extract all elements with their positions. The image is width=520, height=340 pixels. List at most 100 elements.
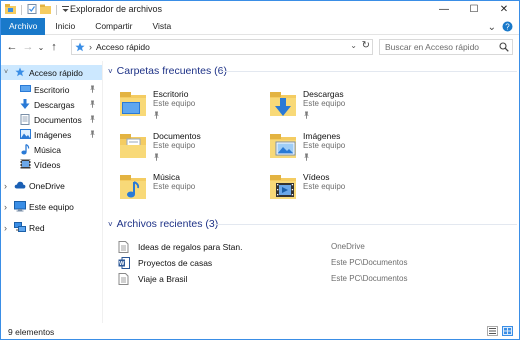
sidebar-item-videos[interactable]: Vídeos bbox=[1, 157, 102, 172]
status-bar: 9 elementos bbox=[1, 323, 519, 339]
refresh-icon[interactable]: ↻ bbox=[362, 40, 370, 51]
details-view-button[interactable] bbox=[487, 326, 498, 336]
expand-arrow-icon[interactable]: › bbox=[4, 181, 7, 191]
computer-icon bbox=[14, 201, 26, 212]
folder-tile-imagenes[interactable]: Imágenes Este equipo bbox=[258, 128, 398, 168]
quick-access-star-icon bbox=[75, 42, 85, 52]
pin-icon[interactable] bbox=[89, 100, 96, 110]
properties-icon[interactable] bbox=[27, 3, 37, 16]
content-area: ˅ Carpetas frecuentes (6) Escritorio Est… bbox=[105, 61, 517, 323]
sidebar-item-label: Documentos bbox=[34, 114, 82, 125]
up-button[interactable]: ↑ bbox=[46, 38, 62, 56]
folder-tile-documentos[interactable]: Documentos Este equipo bbox=[108, 128, 248, 168]
forward-button[interactable]: → bbox=[20, 38, 36, 56]
toolbar-divider bbox=[21, 4, 22, 15]
collapse-group-icon[interactable]: ˅ bbox=[108, 67, 113, 76]
pin-icon[interactable] bbox=[153, 111, 160, 121]
recent-locations-button[interactable]: ⌄ bbox=[36, 38, 46, 56]
folder-tile-descargas[interactable]: Descargas Este equipo bbox=[258, 86, 398, 126]
breadcrumb-path[interactable]: Acceso rápido bbox=[96, 42, 150, 52]
cloud-icon bbox=[14, 181, 26, 191]
search-icon[interactable] bbox=[499, 42, 509, 54]
recent-file-row[interactable]: W Proyectos de casas Este PC\Documentos bbox=[113, 255, 513, 270]
folder-tile-videos[interactable]: Vídeos Este equipo bbox=[258, 169, 398, 209]
customize-toolbar-icon[interactable] bbox=[62, 5, 69, 15]
documents-icon bbox=[20, 114, 30, 125]
tab-archivo[interactable]: Archivo bbox=[1, 17, 46, 35]
sidebar-item-documentos[interactable]: Documentos bbox=[1, 112, 102, 127]
address-row: ← → ⌄ ↑ › Acceso rápido ⌄ ↻ bbox=[1, 36, 519, 58]
back-button[interactable]: ← bbox=[4, 38, 20, 56]
tab-vista[interactable]: Vista bbox=[143, 18, 182, 35]
pin-icon[interactable] bbox=[89, 115, 96, 125]
music-folder-icon bbox=[118, 172, 148, 202]
item-count: 9 elementos bbox=[8, 327, 55, 337]
collapse-arrow-icon[interactable]: ˅ bbox=[4, 69, 8, 76]
file-name: Ideas de regalos para Stan. bbox=[138, 242, 243, 252]
pin-icon[interactable] bbox=[303, 111, 310, 121]
help-icon[interactable]: ? bbox=[502, 21, 513, 34]
navigation-pane: ˅ Acceso rápido Escritorio Descargas Doc… bbox=[1, 61, 102, 323]
sidebar-item-label: Acceso rápido bbox=[29, 67, 83, 78]
folder-name: Escritorio bbox=[153, 89, 189, 99]
folder-location: Este equipo bbox=[153, 141, 196, 150]
videos-icon bbox=[20, 159, 31, 169]
address-bar[interactable]: › Acceso rápido ⌄ ↻ bbox=[71, 39, 373, 55]
expand-ribbon-icon[interactable]: ⌄ bbox=[488, 22, 496, 33]
folder-name: Vídeos bbox=[303, 172, 330, 182]
maximize-button[interactable]: ☐ bbox=[459, 1, 489, 18]
tab-inicio[interactable]: Inicio bbox=[45, 18, 85, 35]
new-folder-icon[interactable] bbox=[40, 4, 51, 16]
title-bar: Explorador de archivos — ☐ ✕ bbox=[1, 1, 519, 18]
folder-name: Descargas bbox=[303, 89, 344, 99]
minimize-button[interactable]: — bbox=[429, 1, 459, 18]
pictures-icon bbox=[20, 129, 31, 139]
quick-access-toolbar bbox=[1, 1, 69, 18]
sidebar-item-imagenes[interactable]: Imágenes bbox=[1, 127, 102, 142]
sidebar-item-onedrive[interactable]: › OneDrive bbox=[1, 178, 102, 193]
close-button[interactable]: ✕ bbox=[489, 1, 519, 18]
pin-icon[interactable] bbox=[153, 153, 160, 163]
download-icon bbox=[20, 99, 30, 109]
sidebar-item-descargas[interactable]: Descargas bbox=[1, 97, 102, 112]
recent-file-row[interactable]: Viaje a Brasil Este PC\Documentos bbox=[113, 271, 513, 286]
pin-icon[interactable] bbox=[89, 85, 96, 95]
sidebar-item-este-equipo[interactable]: › Este equipo bbox=[1, 199, 102, 214]
pin-icon[interactable] bbox=[303, 153, 310, 163]
recent-files-header[interactable]: ˅ Archivos recientes (3) bbox=[108, 217, 218, 231]
text-file-icon bbox=[118, 273, 129, 285]
collapse-group-icon[interactable]: ˅ bbox=[108, 220, 113, 229]
sidebar-item-musica[interactable]: Música bbox=[1, 142, 102, 157]
address-dropdown-icon[interactable]: ⌄ bbox=[350, 41, 357, 50]
expand-arrow-icon[interactable]: › bbox=[4, 202, 7, 212]
folder-tile-escritorio[interactable]: Escritorio Este equipo bbox=[108, 86, 248, 126]
sidebar-item-red[interactable]: › Red bbox=[1, 220, 102, 235]
toolbar-divider bbox=[56, 4, 57, 15]
word-file-icon: W bbox=[118, 257, 130, 269]
pictures-folder-icon bbox=[268, 131, 298, 161]
svg-text:W: W bbox=[119, 261, 125, 267]
ribbon-tabs: Archivo Inicio Compartir Vista ⌄ ? bbox=[1, 17, 519, 35]
breadcrumb-separator: › bbox=[89, 42, 92, 52]
tab-compartir[interactable]: Compartir bbox=[85, 18, 142, 35]
pin-icon[interactable] bbox=[89, 130, 96, 140]
file-name: Proyectos de casas bbox=[138, 258, 213, 268]
tiles-view-button[interactable] bbox=[502, 326, 513, 336]
search-input[interactable] bbox=[380, 40, 498, 54]
window-controls: — ☐ ✕ bbox=[429, 1, 519, 18]
search-box[interactable] bbox=[379, 39, 513, 55]
recent-file-row[interactable]: Ideas de regalos para Stan. OneDrive bbox=[113, 239, 513, 254]
star-icon bbox=[15, 67, 25, 77]
pane-divider[interactable] bbox=[102, 61, 103, 323]
group-divider bbox=[215, 224, 517, 225]
desktop-icon bbox=[20, 84, 31, 94]
sidebar-item-acceso-rapido[interactable]: ˅ Acceso rápido bbox=[1, 65, 102, 80]
sidebar-item-escritorio[interactable]: Escritorio bbox=[1, 82, 102, 97]
folder-name: Música bbox=[153, 172, 180, 182]
sidebar-item-label: Imágenes bbox=[34, 129, 72, 140]
frequent-folders-header[interactable]: ˅ Carpetas frecuentes (6) bbox=[108, 64, 227, 78]
expand-arrow-icon[interactable]: › bbox=[4, 223, 7, 233]
folder-location: Este equipo bbox=[303, 182, 346, 191]
folder-tile-musica[interactable]: Música Este equipo bbox=[108, 169, 248, 209]
sidebar-item-label: OneDrive bbox=[29, 180, 65, 191]
